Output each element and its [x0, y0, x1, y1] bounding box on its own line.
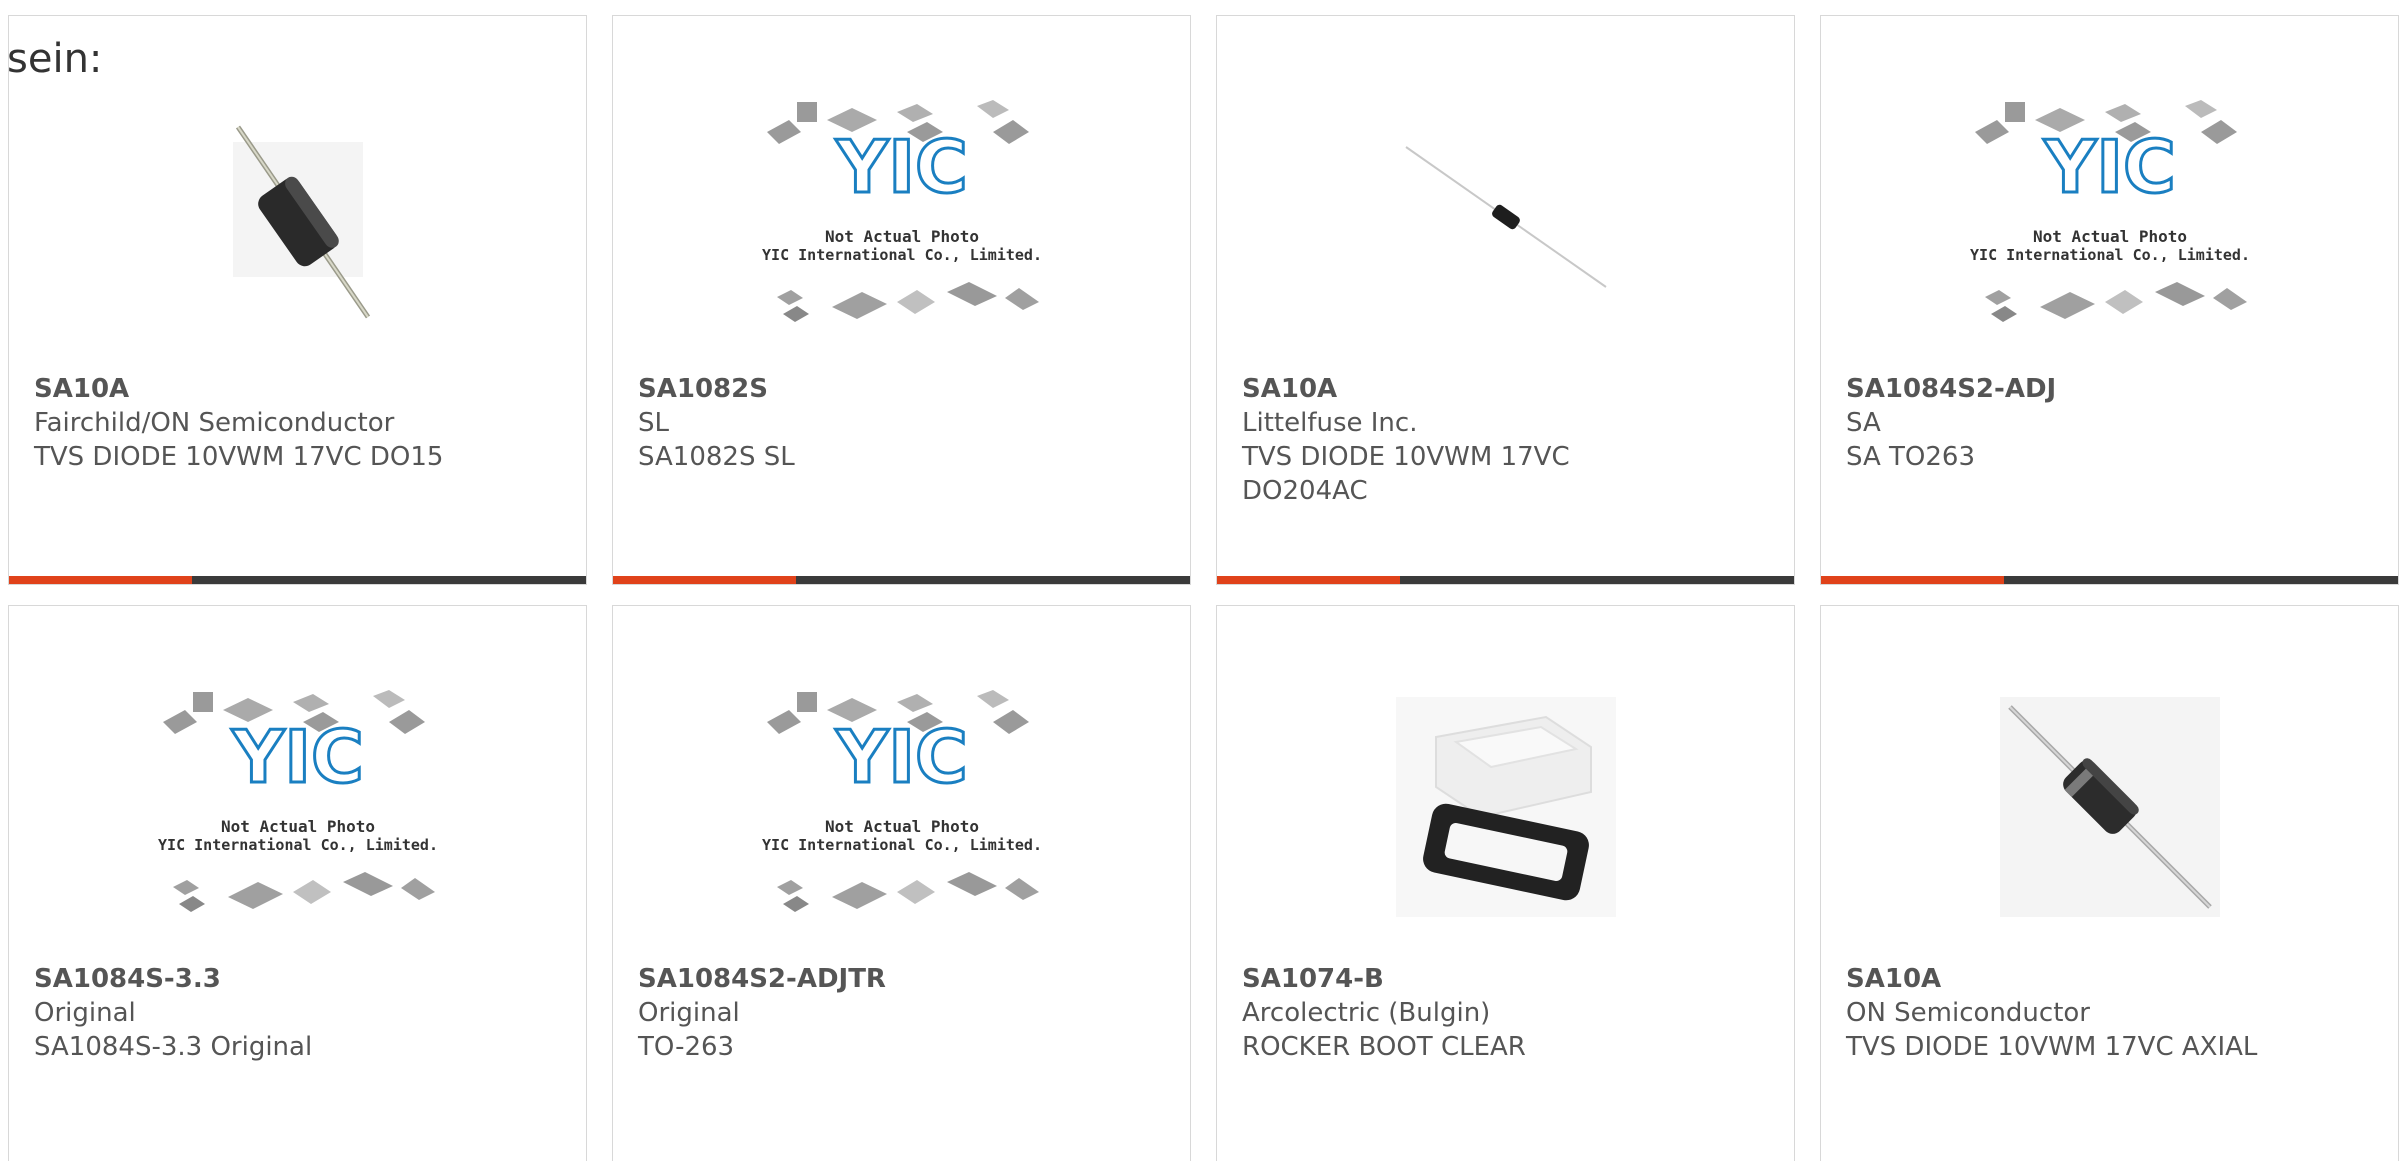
description: SA1084S-3.3 Original [34, 1032, 313, 1062]
manufacturer: ON Semiconductor [1846, 998, 2090, 1028]
card-bottom-bar [9, 576, 586, 584]
product-image[interactable]: YIC Not Actual Photo YIC International C… [613, 82, 1190, 352]
rocker-boot-photo-icon [1395, 697, 1616, 917]
product-image[interactable]: YIC Not Actual Photo YIC International C… [1821, 82, 2398, 352]
placeholder-line1: Not Actual Photo [824, 817, 978, 836]
product-info: SA10A ON Semiconductor TVS DIODE 10VWM 1… [1846, 962, 2378, 1064]
yic-placeholder-icon: YIC Not Actual Photo YIC International C… [1970, 100, 2250, 322]
part-number[interactable]: SA1082S [638, 372, 1170, 406]
product-image[interactable] [1821, 672, 2398, 942]
product-info: SA1084S2-ADJTR Original TO-263 [638, 962, 1170, 1064]
axial-diode-photo-icon [232, 125, 370, 319]
product-info: SA1084S-3.3 Original SA1084S-3.3 Origina… [34, 962, 566, 1064]
part-number[interactable]: SA1084S2-ADJTR [638, 962, 1170, 996]
yic-placeholder-icon: YIC Not Actual Photo YIC International C… [158, 690, 438, 912]
product-image[interactable] [1217, 82, 1794, 352]
product-image[interactable]: YIC Not Actual Photo YIC International C… [9, 672, 586, 942]
manufacturer: Fairchild/ON Semiconductor [34, 408, 395, 438]
product-card[interactable]: SA10A ON Semiconductor TVS DIODE 10VWM 1… [1820, 605, 2399, 1161]
product-image[interactable] [1217, 672, 1794, 942]
part-number[interactable]: SA10A [1846, 962, 2378, 996]
product-card[interactable]: SA1074-B Arcolectric (Bulgin) ROCKER BOO… [1216, 605, 1795, 1161]
card-accent-bar [1217, 576, 1400, 584]
manufacturer: Original [638, 998, 740, 1028]
description: TVS DIODE 10VWM 17VC AXIAL [1846, 1032, 2258, 1062]
description: TO-263 [638, 1032, 735, 1062]
yic-placeholder-icon: YIC Not Actual Photo YIC International C… [762, 690, 1042, 912]
yic-logo: YIC [231, 715, 364, 799]
product-info: SA1074-B Arcolectric (Bulgin) ROCKER BOO… [1242, 962, 1774, 1064]
placeholder-line1: Not Actual Photo [2032, 227, 2186, 246]
product-image[interactable]: YIC Not Actual Photo YIC International C… [613, 672, 1190, 942]
product-card[interactable]: YIC Not Actual Photo YIC International C… [1820, 15, 2399, 585]
placeholder-line2: YIC International Co., Limited. [1970, 246, 2250, 264]
axial-diode-photo-icon [1999, 697, 2220, 917]
description: SA TO263 [1846, 442, 1976, 472]
product-card[interactable]: YIC Not Actual Photo YIC International C… [612, 605, 1191, 1161]
part-number[interactable]: SA1074-B [1242, 962, 1774, 996]
yic-logo: YIC [835, 125, 968, 209]
description: TVS DIODE 10VWM 17VC DO15 [34, 442, 444, 472]
placeholder-line2: YIC International Co., Limited. [762, 836, 1042, 854]
product-info: SA1084S2-ADJ SA SA TO263 [1846, 372, 2378, 474]
description: TVS DIODE 10VWM 17VC DO204AC [1242, 442, 1570, 506]
lead-text: sein: [7, 36, 103, 82]
yic-placeholder-icon: YIC Not Actual Photo YIC International C… [762, 100, 1042, 322]
product-card[interactable]: YIC Not Actual Photo YIC International C… [612, 15, 1191, 585]
product-info: SA10A Fairchild/ON Semiconductor TVS DIO… [34, 372, 566, 474]
product-card[interactable]: SA10A Littelfuse Inc. TVS DIODE 10VWM 17… [1216, 15, 1795, 585]
yic-logo: YIC [2043, 125, 2176, 209]
product-info: SA10A Littelfuse Inc. TVS DIODE 10VWM 17… [1242, 372, 1774, 508]
part-number[interactable]: SA1084S-3.3 [34, 962, 566, 996]
manufacturer: Littelfuse Inc. [1242, 408, 1418, 438]
part-number[interactable]: SA10A [1242, 372, 1774, 406]
placeholder-line1: Not Actual Photo [824, 227, 978, 246]
product-grid-page: sein: SA10A Fairchild/ON Semiconductor T… [0, 0, 2400, 1161]
card-accent-bar [9, 576, 192, 584]
placeholder-line1: Not Actual Photo [220, 817, 374, 836]
card-bottom-bar [1821, 576, 2398, 584]
card-accent-bar [1821, 576, 2004, 584]
manufacturer: Arcolectric (Bulgin) [1242, 998, 1491, 1028]
card-bottom-bar [1217, 576, 1794, 584]
part-number[interactable]: SA10A [34, 372, 566, 406]
axial-diode-photo-icon [1404, 146, 1607, 288]
manufacturer: SA [1846, 408, 1881, 438]
card-accent-bar [613, 576, 796, 584]
manufacturer: Original [34, 998, 136, 1028]
description: SA1082S SL [638, 442, 795, 472]
product-card[interactable]: YIC Not Actual Photo YIC International C… [8, 605, 587, 1161]
yic-logo: YIC [835, 715, 968, 799]
part-number[interactable]: SA1084S2-ADJ [1846, 372, 2378, 406]
manufacturer: SL [638, 408, 669, 438]
product-image[interactable] [9, 82, 586, 352]
placeholder-line2: YIC International Co., Limited. [762, 246, 1042, 264]
description: ROCKER BOOT CLEAR [1242, 1032, 1526, 1062]
product-card[interactable]: SA10A Fairchild/ON Semiconductor TVS DIO… [8, 15, 587, 585]
card-bottom-bar [613, 576, 1190, 584]
product-info: SA1082S SL SA1082S SL [638, 372, 1170, 474]
placeholder-line2: YIC International Co., Limited. [158, 836, 438, 854]
